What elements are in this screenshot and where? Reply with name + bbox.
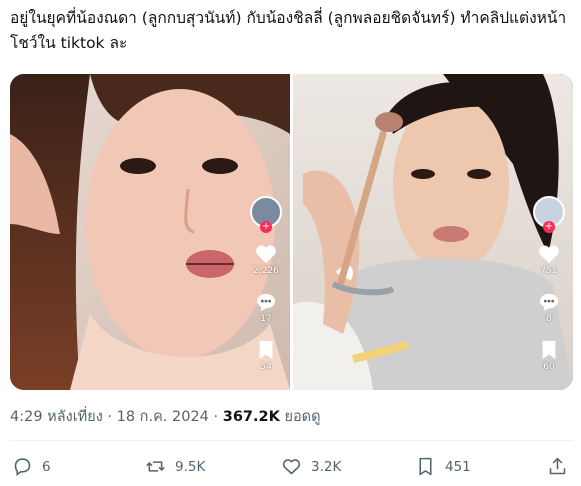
post-time[interactable]: 4:29 หลังเที่ยง (10, 409, 103, 425)
repost-icon (146, 461, 165, 472)
reply-count: 6 (42, 458, 51, 475)
post-text: อยู่ในยุคที่น้องณดา (ลูกกบสุวนันท์) กับน… (10, 9, 567, 52)
save-icon[interactable] (540, 340, 558, 360)
divider-line (10, 440, 573, 441)
saves-count: 60 (543, 362, 555, 372)
reply-icon (14, 458, 31, 476)
repost-count: 9.5K (175, 458, 206, 475)
views-label: ยอดดู (284, 409, 321, 425)
save-icon[interactable] (257, 340, 275, 360)
heart-icon (282, 459, 301, 475)
heart-icon[interactable] (255, 244, 277, 264)
bookmark-button[interactable]: 451 (415, 456, 471, 477)
comments-count: 8 (546, 314, 552, 324)
meta-separator: · (107, 409, 113, 425)
saves-count: 54 (260, 362, 272, 372)
repost-button[interactable]: 9.5K (145, 456, 205, 477)
comment-icon[interactable] (538, 292, 560, 312)
views-count: 367.2K (222, 409, 280, 425)
creator-avatar[interactable]: + (250, 196, 282, 233)
bookmark-count: 451 (445, 458, 471, 475)
comments-count: 17 (260, 314, 272, 324)
bookmark-icon (419, 457, 432, 476)
tiktok-rail-left: + 2,226 17 54 (248, 196, 284, 372)
tiktok-rail-right: + 751 8 60 (531, 196, 567, 372)
reply-button[interactable]: 6 (12, 456, 51, 477)
video-thumbnail-right[interactable]: + 751 8 60 (293, 74, 573, 390)
likes-count: 751 (540, 266, 558, 276)
like-count: 3.2K (311, 458, 342, 475)
follow-plus-icon[interactable]: + (260, 221, 272, 233)
likes-count: 2,226 (253, 266, 279, 276)
heart-icon[interactable] (538, 244, 560, 264)
media-grid[interactable]: + 2,226 17 54 + 751 8 60 (10, 74, 573, 390)
video-thumbnail-left[interactable]: + 2,226 17 54 (10, 74, 290, 390)
comment-icon[interactable] (255, 292, 277, 312)
like-button[interactable]: 3.2K (281, 456, 341, 477)
action-bar: 6 9.5K 3.2K 451 (10, 456, 573, 480)
creator-avatar[interactable]: + (533, 196, 565, 233)
share-icon (549, 457, 566, 475)
follow-plus-icon[interactable]: + (543, 221, 555, 233)
meta-separator: · (213, 409, 219, 425)
post-date[interactable]: 18 ก.ค. 2024 (117, 409, 209, 425)
post-meta: 4:29 หลังเที่ยง · 18 ก.ค. 2024 · 367.2K … (10, 405, 321, 428)
share-button[interactable] (547, 456, 577, 477)
